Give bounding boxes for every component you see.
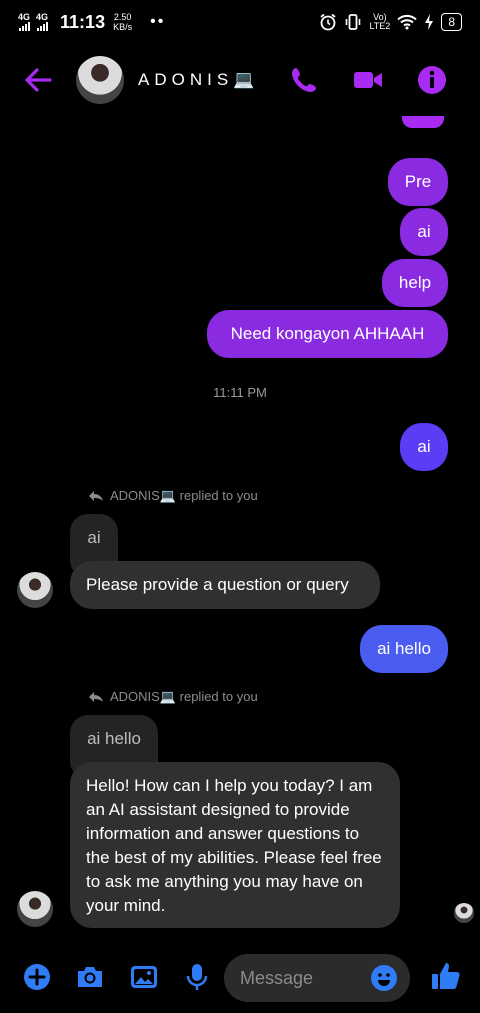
- message-text: Hello! How can I help you today? I am an…: [86, 776, 382, 915]
- status-time: 11:13: [60, 11, 106, 32]
- sent-message[interactable]: Pre: [388, 158, 448, 206]
- contact-avatar[interactable]: [76, 56, 124, 104]
- battery-indicator: 8: [441, 13, 462, 31]
- signal-icon-1: 4G: [18, 13, 30, 31]
- network-speed: 2.50 KB/s: [113, 12, 133, 32]
- back-arrow-icon[interactable]: [22, 64, 54, 96]
- message-text: help: [398, 273, 432, 292]
- emoji-icon[interactable]: [370, 964, 398, 992]
- camera-icon[interactable]: [75, 962, 105, 992]
- video-call-icon[interactable]: [352, 64, 384, 96]
- partial-bubble: [402, 116, 444, 128]
- wifi-icon: [397, 14, 418, 30]
- sent-message[interactable]: Need kongayon AHHAAH: [207, 310, 448, 358]
- sent-message[interactable]: help: [382, 259, 448, 307]
- thumbs-up-icon[interactable]: [430, 960, 462, 992]
- seen-avatar: [454, 903, 474, 923]
- phone-call-icon[interactable]: [288, 64, 320, 96]
- message-text: Need kongayon AHHAAH: [230, 324, 425, 343]
- timestamp: 11:11 PM: [213, 385, 267, 400]
- chat-header: ADONIS💻: [0, 52, 480, 108]
- alarm-icon: [320, 13, 337, 31]
- volte-indicator: Vo) LTE2: [369, 12, 391, 31]
- sent-message[interactable]: ai hello: [360, 625, 448, 673]
- status-bar: 4G 4G 11:13 2.50 KB/s •• Vo) LTE2 8: [0, 0, 480, 44]
- reply-arrow-icon: [89, 491, 103, 501]
- message-text: ai hello: [377, 639, 431, 658]
- received-message[interactable]: Hello! How can I help you today? I am an…: [70, 762, 400, 928]
- reply-arrow-icon: [89, 692, 103, 702]
- message-composer: [0, 946, 480, 1010]
- reply-indicator: ADONIS💻 replied to you: [88, 488, 258, 504]
- message-text: ai: [417, 437, 431, 456]
- plus-icon[interactable]: [22, 962, 52, 992]
- sender-avatar[interactable]: [17, 891, 53, 927]
- charging-icon: [425, 14, 434, 30]
- sender-avatar[interactable]: [17, 572, 53, 608]
- received-message[interactable]: Please provide a question or query: [70, 561, 380, 609]
- quote-text: ai: [87, 528, 101, 547]
- contact-name[interactable]: ADONIS💻: [138, 70, 259, 90]
- sent-message[interactable]: ai: [400, 423, 448, 471]
- gallery-icon[interactable]: [129, 962, 159, 992]
- info-icon[interactable]: [416, 64, 448, 96]
- message-text: Pre: [404, 172, 432, 191]
- sent-message[interactable]: ai: [400, 208, 448, 256]
- reply-indicator: ADONIS💻 replied to you: [88, 689, 258, 705]
- quote-text: ai hello: [87, 729, 141, 748]
- vibrate-icon: [346, 14, 361, 30]
- signal-icon-2: 4G: [36, 13, 48, 31]
- notification-dots: ••: [150, 13, 166, 30]
- microphone-icon[interactable]: [182, 962, 212, 992]
- message-text: ai: [417, 222, 431, 241]
- message-text: Please provide a question or query: [86, 575, 349, 594]
